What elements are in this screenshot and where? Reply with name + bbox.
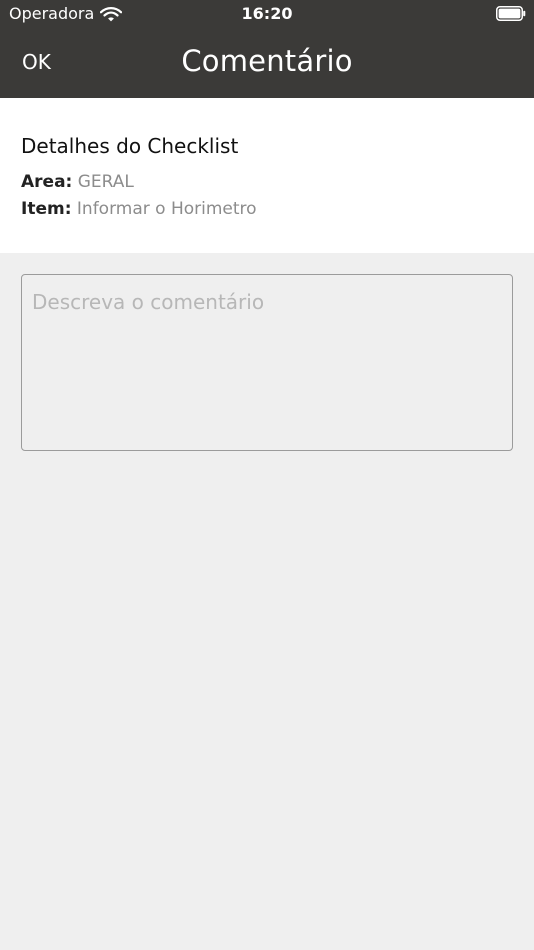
comment-textarea[interactable] [21, 274, 513, 451]
navigation-bar: OK Comentário [0, 28, 534, 98]
area-value: GERAL [77, 172, 134, 192]
checklist-details-card: Detalhes do Checklist Area: GERAL Item: … [0, 98, 534, 253]
page-title: Comentário [181, 44, 353, 78]
item-row: Item: Informar o Horimetro [21, 198, 257, 220]
status-time: 16:20 [241, 4, 293, 23]
area-row: Area: GERAL [21, 171, 134, 193]
details-title: Detalhes do Checklist [21, 134, 239, 158]
battery-full-icon [496, 6, 526, 21]
top-bar: Operadora 16:20 OK Comentário [0, 0, 534, 98]
item-value: Informar o Horimetro [76, 199, 257, 219]
item-label: Item: [21, 199, 72, 219]
status-bar: Operadora 16:20 [0, 0, 534, 28]
area-label: Area: [21, 172, 73, 192]
